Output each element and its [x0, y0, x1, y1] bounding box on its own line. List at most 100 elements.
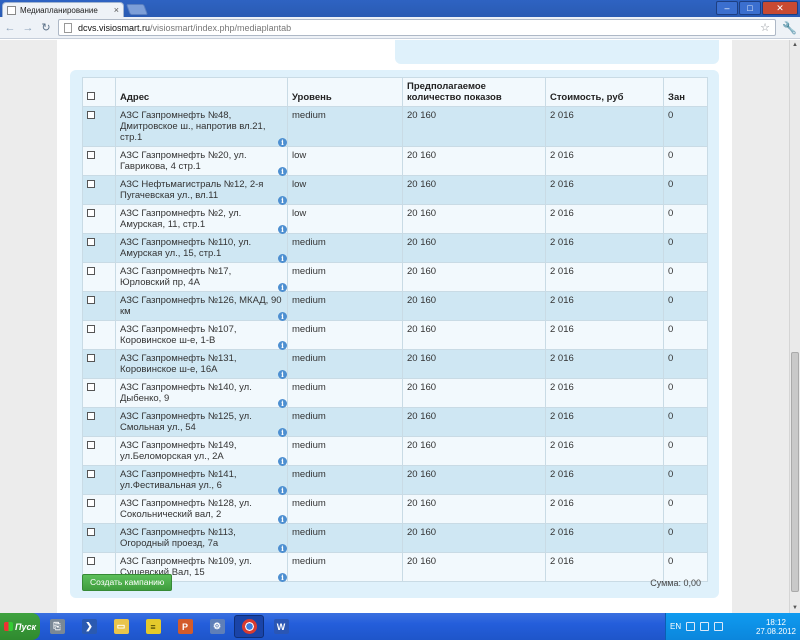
shows-cell: 20 160 [402, 407, 546, 437]
busy-cell: 0 [663, 407, 708, 437]
tray-safely-remove-icon[interactable] [714, 622, 724, 631]
start-button[interactable]: Пуск [0, 613, 40, 640]
address-text: АЗС Газпромнефть №110, ул. Амурская ул.,… [120, 237, 252, 259]
bookmark-star-icon[interactable]: ☆ [760, 21, 770, 34]
info-icon[interactable]: i [278, 573, 287, 582]
reload-icon[interactable]: ↻ [40, 21, 52, 34]
column-header-busy[interactable]: Зан [663, 77, 708, 107]
taskbar-powershell-app[interactable]: ❯ [74, 615, 104, 638]
row-checkbox[interactable] [87, 325, 95, 333]
taskbar-word-app[interactable]: W [266, 615, 296, 638]
url-path: /visiosmart/index.php/mediaplantab [150, 22, 292, 33]
row-checkbox-cell [82, 106, 116, 147]
busy-cell: 0 [663, 494, 708, 524]
busy-cell: 0 [663, 146, 708, 176]
shows-cell: 20 160 [402, 175, 546, 205]
create-campaign-button[interactable]: Создать кампанию [82, 574, 173, 591]
row-checkbox-cell [82, 262, 116, 292]
tray-volume-icon[interactable] [700, 622, 710, 631]
browser-tab[interactable]: Медиапланирование × [2, 2, 124, 17]
cost-cell: 2 016 [545, 407, 664, 437]
row-checkbox[interactable] [87, 267, 95, 275]
row-checkbox-cell [82, 378, 116, 408]
taskbar-chrome-app[interactable] [234, 615, 264, 638]
taskbar-tools-app[interactable]: ⚙ [202, 615, 232, 638]
row-checkbox[interactable] [87, 180, 95, 188]
windows-flag-icon [4, 622, 13, 631]
back-icon[interactable]: ← [4, 22, 16, 34]
locations-table: Адрес Уровень Предполагаемое количество … [82, 77, 708, 582]
cost-cell: 2 016 [545, 233, 664, 263]
row-checkbox[interactable] [87, 470, 95, 478]
new-tab-button[interactable] [125, 4, 149, 15]
column-header-address[interactable]: Адрес [115, 77, 288, 107]
row-checkbox[interactable] [87, 354, 95, 362]
row-checkbox[interactable] [87, 111, 95, 119]
column-header-shows[interactable]: Предполагаемое количество показов [402, 77, 546, 107]
row-checkbox[interactable] [87, 441, 95, 449]
level-cell: low [287, 146, 403, 176]
row-checkbox[interactable] [87, 383, 95, 391]
tab-close-icon[interactable]: × [114, 5, 119, 15]
table-row: АЗС Газпромнефть №140, ул. Дыбенко, 9 i me… [82, 378, 708, 408]
browser-toolbar: ← → ↻ dcvs.visiosmart.ru /visiosmart/ind… [0, 17, 800, 39]
wrench-menu-icon[interactable]: 🔧 [782, 21, 797, 35]
scrollbar-thumb[interactable] [791, 352, 799, 592]
page-viewport: Адрес Уровень Предполагаемое количество … [0, 40, 789, 613]
row-checkbox[interactable] [87, 557, 95, 565]
vertical-scrollbar[interactable]: ▲ ▼ [789, 40, 800, 613]
row-checkbox-cell [82, 233, 116, 263]
tray-network-icon[interactable] [686, 622, 696, 631]
table-row: АЗС Газпромнефть №20, ул. Гаврикова, 4 с… [82, 146, 708, 176]
row-checkbox[interactable] [87, 238, 95, 246]
busy-cell: 0 [663, 262, 708, 292]
powershell-icon: ❯ [81, 619, 97, 634]
sum-label: Сумма: 0,00 [650, 578, 701, 588]
close-window-button[interactable]: ✕ [762, 1, 798, 15]
select-all-cell [82, 77, 116, 107]
address-cell: АЗС Газпромнефть №125, ул. Смольная ул.,… [115, 407, 288, 437]
row-checkbox-cell [82, 349, 116, 379]
address-cell: АЗС Газпромнефть №128, ул. Сокольнически… [115, 494, 288, 524]
row-checkbox[interactable] [87, 412, 95, 420]
taskbar-powerpoint-app[interactable]: P [170, 615, 200, 638]
busy-cell: 0 [663, 436, 708, 466]
row-checkbox[interactable] [87, 499, 95, 507]
address-cell: АЗС Газпромнефть №107, Коровинское ш-е, … [115, 320, 288, 350]
table-header-row: Адрес Уровень Предполагаемое количество … [82, 77, 708, 107]
shows-cell: 20 160 [402, 146, 546, 176]
level-cell: low [287, 175, 403, 205]
shows-cell: 20 160 [402, 349, 546, 379]
taskbar-1c-app[interactable]: ≡ [138, 615, 168, 638]
shows-cell: 20 160 [402, 204, 546, 234]
scroll-down-icon[interactable]: ▼ [790, 603, 800, 613]
taskbar-network-app[interactable]: ⎘ [42, 615, 72, 638]
start-label: Пуск [15, 621, 37, 632]
clock[interactable]: 18:12 27.08.2012 [756, 618, 796, 636]
windows-taskbar: Пуск ⎘ ❯ ▭ ≡ P ⚙ W EN 18:12 27.08.2012 [0, 613, 800, 640]
address-bar[interactable]: dcvs.visiosmart.ru /visiosmart/index.php… [58, 19, 776, 36]
table-body: АЗС Газпромнефть №48, Дмитровское ш., на… [82, 106, 708, 582]
cost-cell: 2 016 [545, 523, 664, 553]
scroll-up-icon[interactable]: ▲ [790, 40, 800, 50]
folder-icon: ▭ [113, 619, 129, 634]
minimize-button[interactable]: – [716, 1, 738, 15]
row-checkbox-cell [82, 407, 116, 437]
column-header-level[interactable]: Уровень [287, 77, 403, 107]
forward-icon[interactable]: → [22, 22, 34, 34]
taskbar-explorer-app[interactable]: ▭ [106, 615, 136, 638]
powerpoint-icon: P [177, 619, 193, 634]
address-text: АЗС Газпромнефть №141, ул.Фестивальная у… [120, 469, 237, 491]
shows-cell: 20 160 [402, 320, 546, 350]
table-row: АЗС Газпромнефть №126, МКАД, 90 км i mediu… [82, 291, 708, 321]
row-checkbox[interactable] [87, 296, 95, 304]
address-cell: АЗС Газпромнефть №149, ул.Беломорская ул… [115, 436, 288, 466]
column-header-cost[interactable]: Стоимость, руб [545, 77, 664, 107]
cost-cell: 2 016 [545, 291, 664, 321]
row-checkbox[interactable] [87, 209, 95, 217]
select-all-checkbox[interactable] [87, 92, 95, 100]
language-indicator[interactable]: EN [670, 622, 681, 631]
row-checkbox[interactable] [87, 528, 95, 536]
row-checkbox[interactable] [87, 151, 95, 159]
maximize-button[interactable]: □ [739, 1, 761, 15]
